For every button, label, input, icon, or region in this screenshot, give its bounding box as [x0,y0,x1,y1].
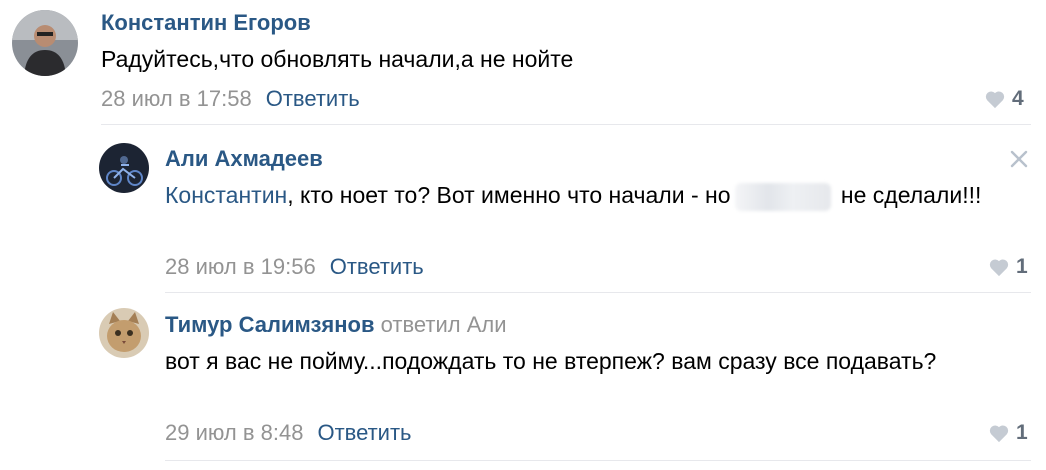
comment-text-content: вот я вас не пойму...подождать то не вте… [165,348,937,374]
comment-author[interactable]: Константин Егоров [101,10,311,36]
comment-timestamp[interactable]: 28 июл в 19:56 [165,254,316,279]
mention-link[interactable]: Константин [165,182,287,208]
divider [101,124,1031,125]
heart-icon [985,91,1005,109]
comment: Тимур Салимзянов ответил Али вот я вас н… [0,294,1046,470]
like-button[interactable]: 4 [984,87,1024,111]
comment-text-content-end: не сделали!!! [834,182,982,208]
redacted-text [734,182,831,211]
reply-button[interactable]: Ответить [266,86,360,111]
reply-button[interactable]: Ответить [330,254,424,279]
delete-comment-button[interactable] [1009,149,1029,174]
like-count: 1 [1016,255,1028,278]
comment-timestamp[interactable]: 28 июл в 17:58 [101,86,252,111]
comment: Али Ахмадеев Константин, кто ноет то? Во… [0,126,1046,294]
comment-text-content: Радуйтесь,что обновлять начали,а не нойт… [101,46,574,72]
divider [165,292,1031,293]
author-name[interactable]: Тимур Салимзянов [165,312,375,337]
replied-to-link[interactable]: ответил Али [381,312,507,337]
comment-text-content: , кто ноет то? Вот именно что начали - н… [287,182,731,208]
comment-meta: 29 июл в 8:48 Ответить [165,420,412,446]
person-photo-icon [12,10,78,76]
comment-text: Константин, кто ноет то? Вот именно что … [165,177,985,213]
comment-author: Тимур Салимзянов ответил Али [165,312,507,338]
like-button[interactable]: 1 [988,255,1028,279]
avatar[interactable] [99,143,149,193]
avatar[interactable] [99,308,149,358]
cat-photo-icon [99,308,149,358]
comment: Константин Егоров Радуйтесь,что обновлят… [0,0,1046,126]
heart-icon [989,259,1009,277]
like-count: 1 [1016,421,1028,444]
comment-text: вот я вас не пойму...подождать то не вте… [165,343,985,379]
comment-author[interactable]: Али Ахмадеев [165,146,323,172]
divider [165,460,1031,461]
comment-meta: 28 июл в 19:56 Ответить [165,254,424,280]
avatar[interactable] [12,10,78,76]
comment-text: Радуйтесь,что обновлять начали,а не нойт… [101,41,981,77]
reply-button[interactable]: Ответить [317,420,411,445]
heart-icon [989,425,1009,443]
motorcycle-photo-icon [99,143,149,193]
comment-meta: 28 июл в 17:58 Ответить [101,86,360,112]
like-count: 4 [1012,87,1024,110]
comment-timestamp[interactable]: 29 июл в 8:48 [165,420,303,445]
close-icon [1010,150,1028,168]
like-button[interactable]: 1 [988,421,1028,445]
